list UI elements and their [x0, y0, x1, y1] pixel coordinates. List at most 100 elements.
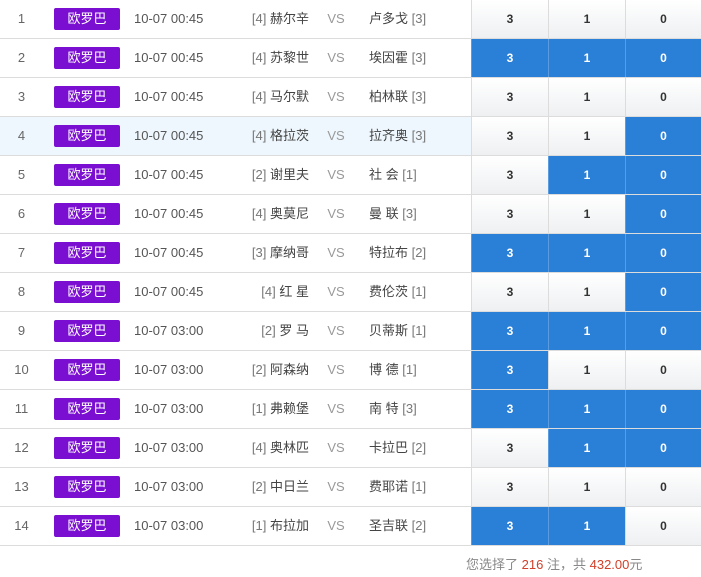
league-badge[interactable]: 欧罗巴	[54, 86, 120, 108]
odd-win-button[interactable]: 3	[471, 39, 548, 77]
odd-draw-button[interactable]: 1	[548, 429, 625, 467]
match-row: 2 欧罗巴 10-07 00:45 [4] 苏黎世 VS 埃因霍 [3] 3 1 0	[0, 39, 701, 78]
match-time: 10-07 03:00	[134, 362, 204, 377]
odd-draw-button[interactable]: 1	[548, 156, 625, 194]
away-team-name: 社 会	[369, 167, 399, 182]
odd-win-button[interactable]: 3	[471, 0, 548, 38]
odd-win-button[interactable]: 3	[471, 195, 548, 233]
match-index: 6	[17, 206, 26, 221]
home-rank: [2]	[251, 479, 267, 494]
odd-win-button[interactable]: 3	[471, 312, 548, 350]
odd-loss-button[interactable]: 0	[625, 0, 701, 38]
odd-draw-button[interactable]: 1	[548, 312, 625, 350]
vs-label: VS	[327, 323, 345, 338]
odd-win-button[interactable]: 3	[471, 468, 548, 506]
odd-draw-button[interactable]: 1	[548, 78, 625, 116]
league-badge[interactable]: 欧罗巴	[54, 476, 120, 498]
odd-draw-button[interactable]: 1	[548, 234, 625, 272]
odd-draw-button[interactable]: 1	[548, 351, 625, 389]
away-team-name: 贝蒂斯	[369, 323, 409, 338]
match-index: 5	[17, 167, 26, 182]
odd-loss-button[interactable]: 0	[625, 117, 701, 155]
total-amount: 432.00	[589, 557, 630, 572]
home-team: [4] 红 星	[240, 273, 309, 311]
odd-loss-button[interactable]: 0	[625, 273, 701, 311]
home-team-name: 阿森纳	[269, 362, 309, 377]
odd-draw-button[interactable]: 1	[548, 273, 625, 311]
odd-draw-button[interactable]: 1	[548, 390, 625, 428]
odd-draw-button[interactable]: 1	[548, 0, 625, 38]
match-time: 10-07 03:00	[134, 323, 204, 338]
league-badge[interactable]: 欧罗巴	[54, 47, 120, 69]
league-badge[interactable]: 欧罗巴	[54, 242, 120, 264]
league-badge[interactable]: 欧罗巴	[54, 320, 120, 342]
odd-win-button[interactable]: 3	[471, 507, 548, 545]
match-index: 10	[14, 362, 29, 377]
odd-win-button[interactable]: 3	[471, 273, 548, 311]
match-time: 10-07 00:45	[134, 128, 204, 143]
odd-win-button[interactable]: 3	[471, 429, 548, 467]
league-badge[interactable]: 欧罗巴	[54, 398, 120, 420]
odd-draw-button[interactable]: 1	[548, 507, 625, 545]
odd-loss-button[interactable]: 0	[625, 351, 701, 389]
match-index: 3	[17, 89, 26, 104]
vs-label: VS	[327, 479, 345, 494]
odd-loss-button[interactable]: 0	[625, 507, 701, 545]
odd-loss-button[interactable]: 0	[625, 156, 701, 194]
match-index: 2	[17, 50, 26, 65]
home-team: [4] 赫尔辛	[240, 0, 309, 38]
odd-win-button[interactable]: 3	[471, 390, 548, 428]
odd-draw-button[interactable]: 1	[548, 195, 625, 233]
league-badge[interactable]: 欧罗巴	[54, 125, 120, 147]
odd-win-button[interactable]: 3	[471, 234, 548, 272]
league-badge[interactable]: 欧罗巴	[54, 8, 120, 30]
odd-win-button[interactable]: 3	[471, 117, 548, 155]
away-rank: [3]	[411, 11, 427, 26]
home-team-name: 红 星	[279, 284, 309, 299]
odd-loss-button[interactable]: 0	[625, 195, 701, 233]
odd-loss-button[interactable]: 0	[625, 390, 701, 428]
vs-label: VS	[327, 50, 345, 65]
away-rank: [2]	[411, 440, 427, 455]
league-badge[interactable]: 欧罗巴	[54, 515, 120, 537]
match-index: 1	[17, 11, 26, 26]
away-team-name: 费伦茨	[369, 284, 409, 299]
away-rank: [3]	[411, 89, 427, 104]
league-badge[interactable]: 欧罗巴	[54, 359, 120, 381]
vs-label: VS	[327, 206, 345, 221]
odd-loss-button[interactable]: 0	[625, 312, 701, 350]
odd-win-button[interactable]: 3	[471, 78, 548, 116]
league-badge[interactable]: 欧罗巴	[54, 203, 120, 225]
match-row: 12 欧罗巴 10-07 03:00 [4] 奥林匹 VS 卡拉巴 [2] 3 1 0	[0, 429, 701, 468]
away-team-name: 拉齐奥	[369, 128, 409, 143]
odd-draw-button[interactable]: 1	[548, 39, 625, 77]
odd-win-button[interactable]: 3	[471, 156, 548, 194]
home-team: [2] 罗 马	[240, 312, 309, 350]
match-time: 10-07 00:45	[134, 245, 204, 260]
odd-win-button[interactable]: 3	[471, 351, 548, 389]
odd-loss-button[interactable]: 0	[625, 429, 701, 467]
summary-prefix: 您选择了	[466, 557, 519, 572]
away-rank: [1]	[411, 479, 427, 494]
match-row: 14 欧罗巴 10-07 03:00 [1] 布拉加 VS 圣吉联 [2] 3 1 0	[0, 507, 701, 546]
home-team-name: 中日兰	[269, 479, 309, 494]
league-badge[interactable]: 欧罗巴	[54, 281, 120, 303]
home-team-name: 苏黎世	[269, 50, 309, 65]
odd-loss-button[interactable]: 0	[625, 39, 701, 77]
odd-loss-button[interactable]: 0	[625, 78, 701, 116]
odd-draw-button[interactable]: 1	[548, 117, 625, 155]
match-time: 10-07 00:45	[134, 167, 204, 182]
league-badge[interactable]: 欧罗巴	[54, 437, 120, 459]
league-badge[interactable]: 欧罗巴	[54, 164, 120, 186]
match-time: 10-07 00:45	[134, 284, 204, 299]
away-team-name: 曼 联	[369, 206, 399, 221]
away-rank: [3]	[402, 401, 417, 416]
home-rank: [4]	[251, 89, 267, 104]
away-team: 柏林联 [3]	[369, 78, 469, 116]
vs-label: VS	[327, 245, 345, 260]
odd-loss-button[interactable]: 0	[625, 234, 701, 272]
away-rank: [3]	[411, 128, 427, 143]
vs-label: VS	[327, 401, 345, 416]
odd-loss-button[interactable]: 0	[625, 468, 701, 506]
odd-draw-button[interactable]: 1	[548, 468, 625, 506]
